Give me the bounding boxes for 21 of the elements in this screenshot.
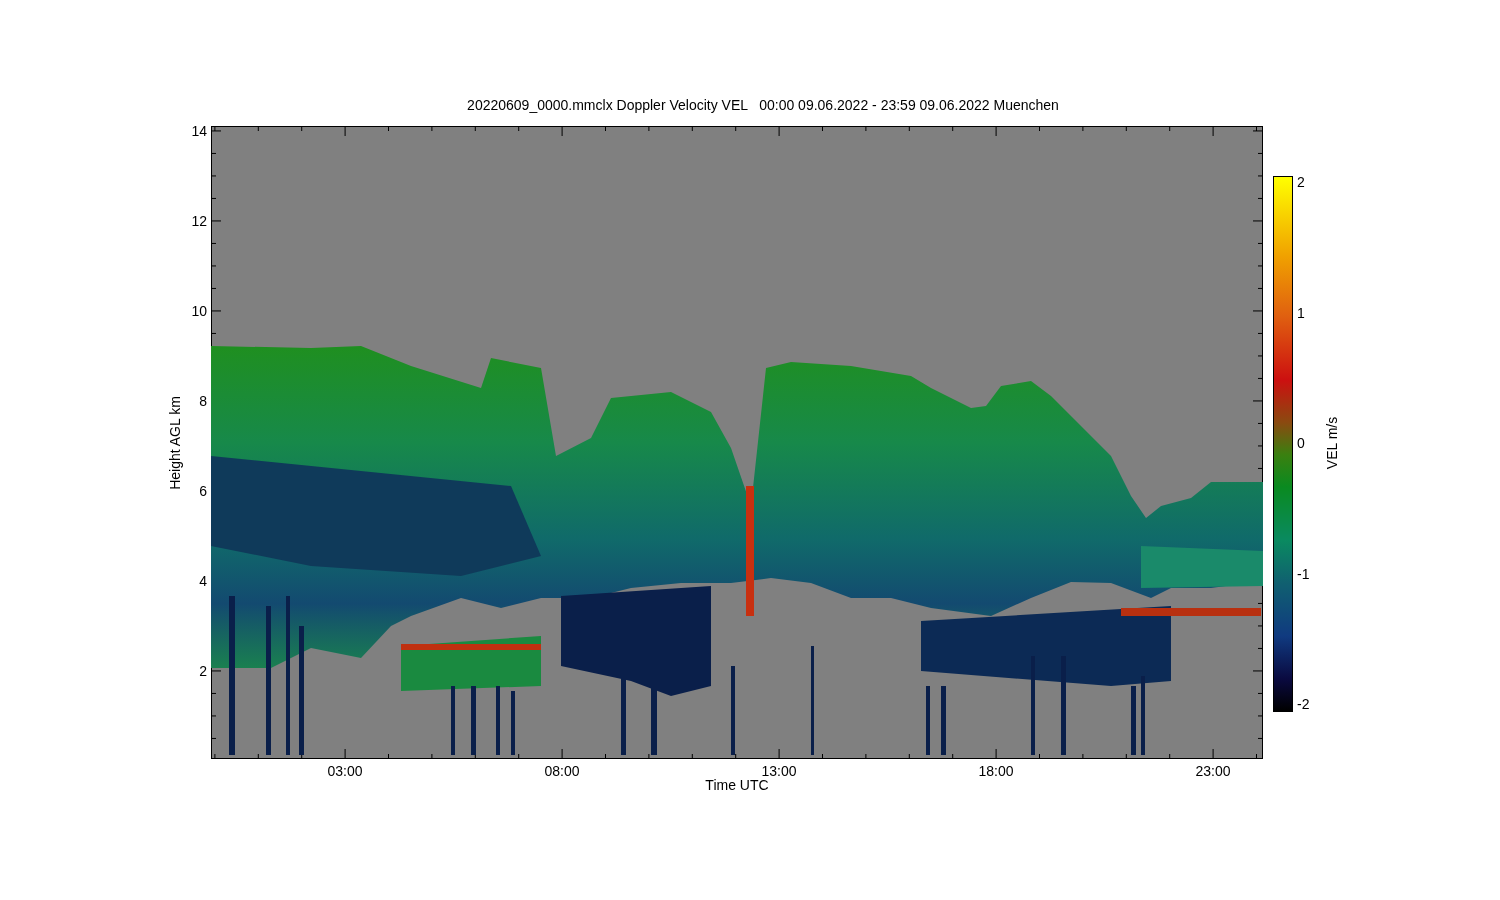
- x-axis-label: Time UTC: [705, 777, 769, 793]
- y-tick-label: 12: [191, 213, 207, 229]
- x-tick-label: 18:00: [978, 763, 1014, 779]
- x-tick-label: 13:00: [761, 763, 797, 779]
- x-tick-label: 03:00: [327, 763, 363, 779]
- y-axis-label: Height AGL km: [167, 395, 183, 490]
- colorbar-tick-label: 1: [1297, 304, 1305, 321]
- y-tick-label: 6: [199, 483, 207, 499]
- x-tick-label: 23:00: [1195, 763, 1231, 779]
- y-tick-label: 10: [191, 303, 207, 319]
- x-tick-label: 08:00: [544, 763, 580, 779]
- y-tick-label: 2: [199, 663, 207, 679]
- colorbar-label: VEL m/s: [1324, 416, 1340, 470]
- colorbar-tick-label: 2: [1297, 174, 1305, 190]
- colorbar-tick-label: 0: [1297, 435, 1305, 451]
- y-tick-label: 14: [191, 123, 207, 139]
- chart-title: 20220609_0000.mmclx Doppler Velocity VEL 00:00 09.06.2022 - 23:59 09.06.2022 Muenchen: [466, 97, 1060, 115]
- colorbar-tick-label: -2: [1297, 696, 1310, 712]
- y-tick-label: 4: [199, 573, 207, 589]
- y-tick-label: 8: [199, 393, 207, 409]
- colorbar-tick-label: -1: [1297, 565, 1310, 582]
